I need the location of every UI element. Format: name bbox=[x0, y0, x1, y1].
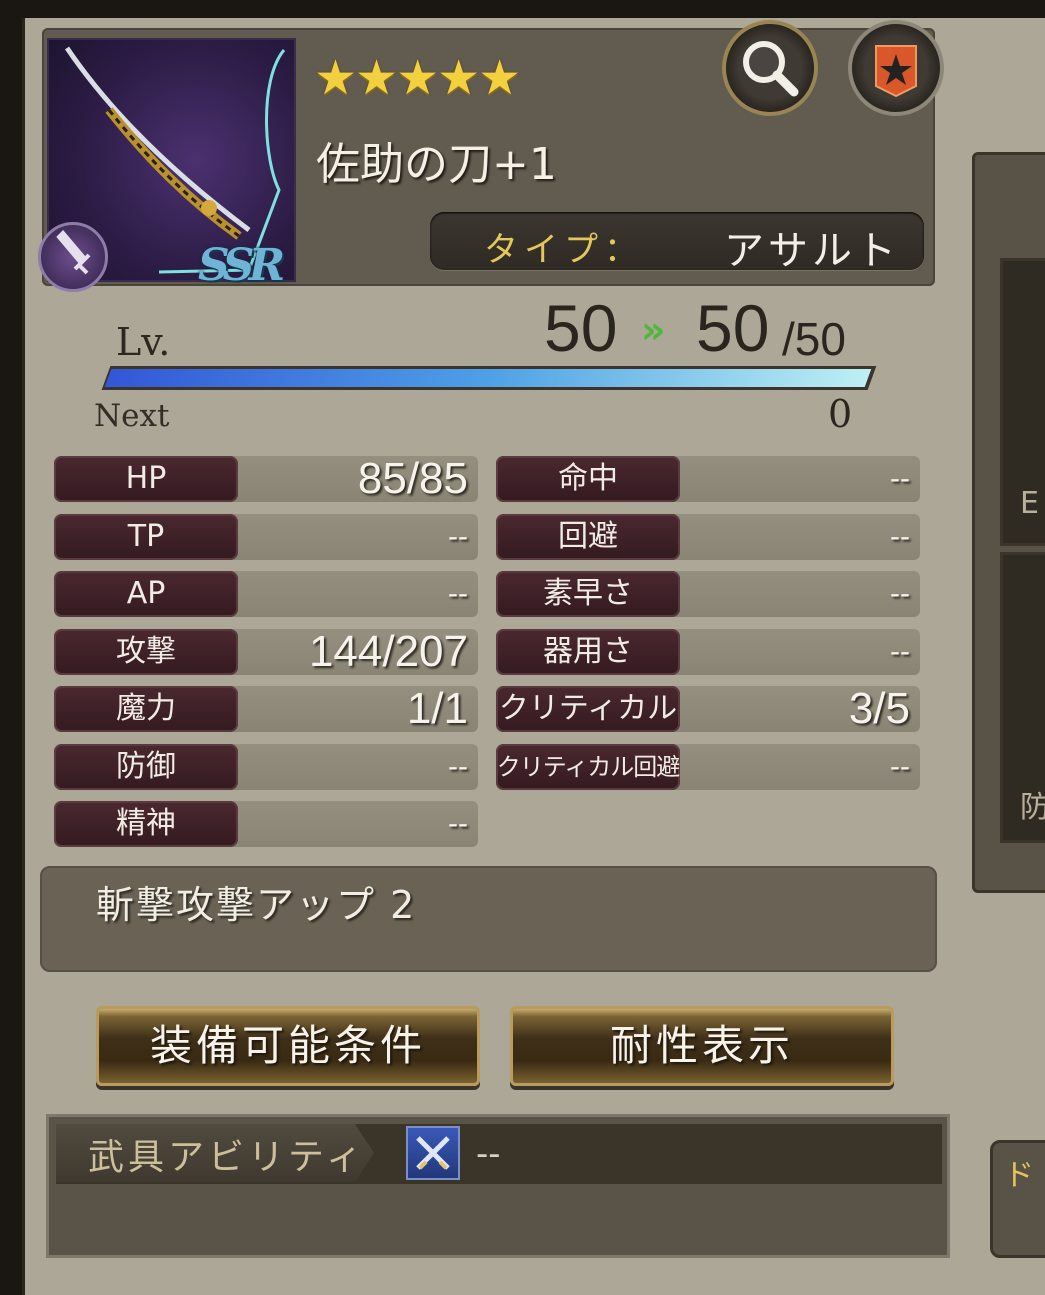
stat-value: -- bbox=[448, 749, 468, 783]
stat-label: HP bbox=[54, 456, 238, 502]
level-arrow-icon: » bbox=[641, 308, 666, 352]
stat-label: 素早さ bbox=[496, 571, 680, 617]
stat-label: 回避 bbox=[496, 513, 680, 560]
side-label-def: 防 bbox=[1020, 790, 1045, 825]
search-button[interactable] bbox=[722, 20, 818, 116]
ability-tab-label: 武具アビリティ bbox=[88, 1137, 366, 1178]
stat-value: 1/1 bbox=[406, 684, 468, 733]
level-max: /50 bbox=[782, 313, 846, 365]
stat-value: -- bbox=[890, 749, 910, 783]
exp-bar-fill bbox=[104, 369, 872, 387]
level-new: 50 bbox=[696, 291, 770, 365]
stat-label: 魔力 bbox=[54, 686, 238, 732]
side-label-e: E bbox=[1020, 486, 1039, 521]
stat-row: TP -- bbox=[54, 513, 478, 560]
stat-label: クリティカル回避 bbox=[496, 743, 680, 790]
stat-row: 命中 -- bbox=[496, 456, 920, 502]
stat-row: 攻撃 144/207 bbox=[54, 626, 478, 676]
next-label: Next bbox=[94, 398, 170, 434]
stat-row: 器用さ -- bbox=[496, 628, 920, 675]
stat-label: 精神 bbox=[54, 801, 238, 847]
description-text: 斬撃攻撃アップ 2 bbox=[96, 883, 417, 927]
stat-row: 魔力 1/1 bbox=[54, 686, 478, 732]
stat-label: TP bbox=[54, 513, 238, 560]
stat-value: -- bbox=[448, 519, 468, 553]
stat-value: 85/85 bbox=[357, 454, 468, 503]
stat-row: 精神 -- bbox=[54, 801, 478, 847]
stat-row: クリティカル 3/5 bbox=[496, 686, 920, 732]
type-value: アサルト bbox=[724, 228, 900, 274]
level-current: 50 bbox=[544, 291, 618, 365]
stat-row: 防御 -- bbox=[54, 743, 478, 790]
next-value: 0 bbox=[828, 392, 853, 436]
type-label: タイプ： bbox=[484, 230, 644, 270]
stat-label: 命中 bbox=[496, 456, 680, 502]
search-icon bbox=[743, 41, 799, 97]
stat-label: 攻撃 bbox=[54, 628, 238, 675]
level-label: Lv. bbox=[116, 320, 171, 364]
stat-value: -- bbox=[448, 577, 468, 610]
stat-value: -- bbox=[890, 519, 910, 553]
crossed-swords-icon[interactable] bbox=[406, 1126, 460, 1180]
stat-label: 器用さ bbox=[496, 628, 680, 675]
equip-conditions-button[interactable]: 装備可能条件 bbox=[96, 1006, 480, 1086]
rarity-stars: ★★★★★ bbox=[314, 50, 521, 106]
stat-value: -- bbox=[448, 807, 468, 840]
stat-row: AP -- bbox=[54, 571, 478, 617]
stat-row: 回避 -- bbox=[496, 513, 920, 560]
stat-value: -- bbox=[890, 462, 910, 495]
stat-value: 144/207 bbox=[308, 626, 468, 676]
stat-value: 3/5 bbox=[848, 684, 910, 733]
sword-type-icon bbox=[38, 222, 108, 292]
stat-row: HP 85/85 bbox=[54, 456, 478, 502]
weapon-name: 佐助の刀+1 bbox=[316, 139, 557, 190]
stat-label: AP bbox=[54, 571, 238, 617]
resistance-button[interactable]: 耐性表示 bbox=[510, 1006, 894, 1086]
stat-row: クリティカル回避 -- bbox=[496, 743, 920, 790]
stat-value: -- bbox=[890, 634, 910, 668]
stat-value: -- bbox=[890, 577, 910, 610]
rarity-badge: SSR bbox=[198, 240, 285, 291]
stat-label: 防御 bbox=[54, 743, 238, 790]
stat-label: クリティカル bbox=[496, 686, 680, 732]
stat-row: 素早さ -- bbox=[496, 571, 920, 617]
star-badge-icon bbox=[875, 45, 917, 98]
side-label-do: ド bbox=[1004, 1158, 1034, 1193]
ability-value: -- bbox=[476, 1134, 501, 1174]
exp-bar bbox=[101, 366, 877, 390]
favorite-button[interactable] bbox=[848, 20, 944, 116]
